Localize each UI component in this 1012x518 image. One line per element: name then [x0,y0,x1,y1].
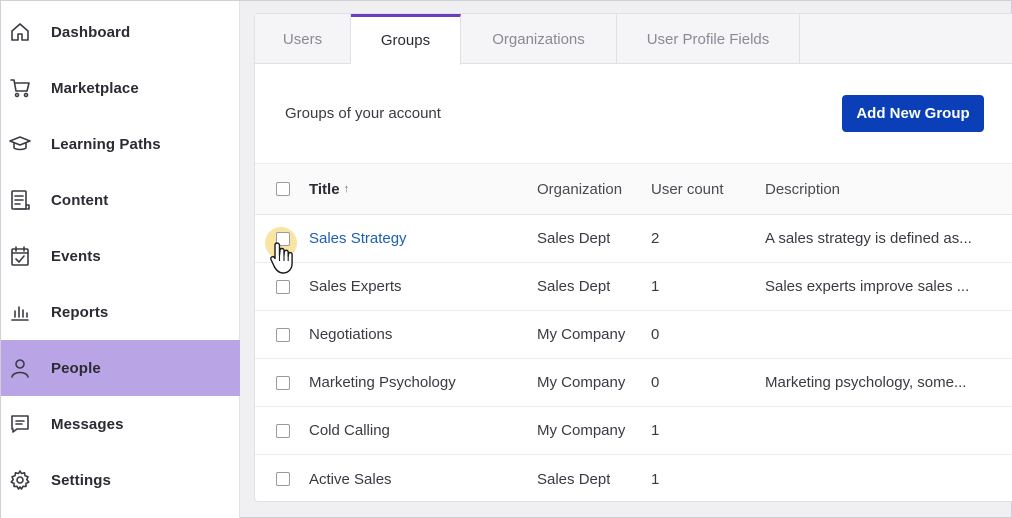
select-all-checkbox[interactable] [276,182,290,196]
sidebar-item-messages[interactable]: Messages [1,396,240,452]
row-checkbox[interactable] [276,375,290,390]
graduation-cap-icon [9,133,31,155]
table-row[interactable]: Active Sales Sales Dept 1 [255,455,1012,503]
tab-users[interactable]: Users [255,14,351,64]
add-new-group-button[interactable]: Add New Group [842,95,984,132]
group-user-count: 0 [651,374,660,391]
group-description [765,455,985,503]
group-title[interactable]: Marketing Psychology [309,359,456,406]
group-organization: Sales Dept [537,230,611,247]
sidebar-item-people[interactable]: People [1,340,240,396]
document-icon [9,189,31,211]
row-checkbox[interactable] [276,279,290,294]
sidebar-item-content[interactable]: Content [1,172,240,228]
group-title[interactable]: Negotiations [309,311,392,358]
table-row[interactable]: Negotiations My Company 0 [255,311,1012,359]
hand-pointer-cursor-icon [270,242,293,274]
table-row[interactable]: Sales Experts Sales Dept 1 Sales experts… [255,263,1012,311]
person-icon [9,357,31,379]
group-title[interactable]: Sales Experts [309,263,402,310]
group-description [765,311,985,358]
row-checkbox[interactable] [276,472,290,486]
column-header-organization[interactable]: Organization [537,164,622,214]
sidebar-item-label: Settings [51,471,111,489]
table-row[interactable]: Sales Strategy Sales Dept 2 A sales stra… [255,215,1012,263]
message-icon [9,413,31,435]
row-checkbox[interactable] [276,327,290,342]
sidebar-item-events[interactable]: Events [1,228,240,284]
group-title[interactable]: Active Sales [309,455,392,503]
sidebar-item-label: Content [51,191,109,209]
sidebar: Dashboard Marketplace Learning Paths Con… [1,1,240,518]
groups-panel: Users Groups Organizations User Profile … [254,13,1012,502]
sidebar-item-settings[interactable]: Settings [1,452,240,508]
gear-icon [9,469,31,491]
group-title[interactable]: Cold Calling [309,407,390,454]
group-user-count: 1 [651,470,660,488]
home-icon [9,21,31,43]
group-description: Sales experts improve sales ... [765,263,985,310]
table-row[interactable]: Cold Calling My Company 1 [255,407,1012,455]
cart-icon [9,77,31,99]
group-organization: Sales Dept [537,278,611,295]
group-description [765,407,985,454]
group-user-count: 1 [651,278,660,295]
sidebar-item-reports[interactable]: Reports [1,284,240,340]
column-header-title[interactable]: Title ↑ [309,164,349,214]
column-header-description[interactable]: Description [765,164,840,214]
group-user-count: 0 [651,326,660,343]
bar-chart-icon [9,301,31,323]
sidebar-item-label: People [51,359,101,377]
group-title-link[interactable]: Sales Strategy [309,215,407,262]
row-checkbox[interactable] [276,423,290,438]
tab-groups[interactable]: Groups [351,14,461,65]
tab-user-profile-fields[interactable]: User Profile Fields [617,14,800,64]
group-organization: My Company [537,326,626,343]
column-header-user-count[interactable]: User count [651,164,724,214]
group-organization: My Company [537,374,626,391]
group-user-count: 1 [651,422,660,439]
sidebar-item-learning-paths[interactable]: Learning Paths [1,116,240,172]
sidebar-item-label: Marketplace [51,79,139,97]
group-user-count: 2 [651,230,660,247]
tab-organizations[interactable]: Organizations [461,14,617,64]
sidebar-item-dashboard[interactable]: Dashboard [1,4,240,60]
group-description-text: A sales strategy is defined as... [765,230,972,247]
calendar-check-icon [9,245,31,267]
tab-bar: Users Groups Organizations User Profile … [255,14,1012,65]
group-description-text: Marketing psychology, some... [765,374,967,391]
table-row[interactable]: Marketing Psychology My Company 0 Market… [255,359,1012,407]
group-organization: Sales Dept [537,470,611,488]
sidebar-item-marketplace[interactable]: Marketplace [1,60,240,116]
table-header: Title ↑ Organization User count Descript… [255,163,1012,215]
group-description-text: Sales experts improve sales ... [765,278,970,295]
group-organization: My Company [537,422,626,439]
sidebar-item-label: Learning Paths [51,135,161,153]
group-description: A sales strategy is defined as... [765,215,985,262]
column-header-title-label: Title [309,180,340,198]
sidebar-item-label: Dashboard [51,23,131,41]
sidebar-item-label: Reports [51,303,109,321]
sidebar-item-label: Messages [51,415,124,433]
group-description: Marketing psychology, some... [765,359,985,406]
section-subtitle: Groups of your account [285,105,441,122]
sidebar-item-label: Events [51,247,101,265]
sort-ascending-icon: ↑ [343,183,350,195]
